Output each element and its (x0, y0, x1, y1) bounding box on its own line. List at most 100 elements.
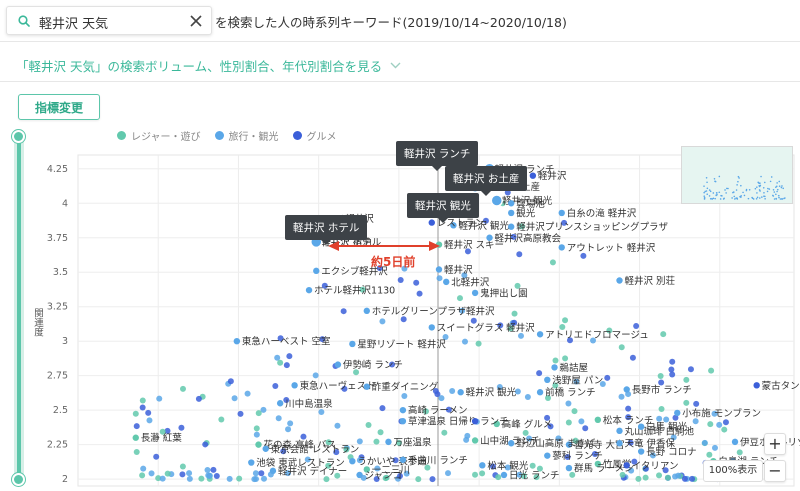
background-dot (445, 470, 452, 477)
minimap-dot (763, 181, 766, 184)
background-dot (205, 472, 212, 479)
data-label: 千曲川 ランチ (408, 455, 468, 466)
background-dot (146, 417, 153, 424)
data-label: 前橋 ランチ (545, 387, 596, 399)
data-label: 高峰 グルメ (502, 418, 553, 430)
data-point (508, 200, 515, 207)
background-dot (708, 367, 715, 374)
minimap-dot (706, 187, 709, 190)
data-label: 長野 コロナ (646, 447, 697, 458)
data-point (508, 440, 515, 447)
minimap-dot (713, 177, 716, 180)
data-point (457, 389, 464, 396)
background-dot (140, 465, 147, 472)
minimap[interactable] (681, 146, 793, 204)
background-dot (139, 404, 146, 411)
background-dot (604, 374, 611, 381)
minimap-dot (773, 191, 776, 193)
background-dot (164, 470, 171, 477)
background-dot (578, 418, 585, 425)
data-point (399, 456, 407, 463)
minimap-dot (712, 197, 715, 200)
background-dot (629, 354, 636, 361)
minimap-dot (756, 196, 759, 199)
minimap-dot (709, 190, 712, 193)
background-dot (198, 475, 205, 482)
data-point (334, 361, 342, 368)
data-label: 伊勢崎 ランチ (343, 359, 403, 371)
minimap-dot (777, 194, 780, 197)
data-label: ジャンゴ (365, 469, 403, 481)
zoom-in-button[interactable]: + (764, 433, 786, 455)
background-dot (721, 426, 728, 433)
background-dot (132, 410, 139, 417)
minimap-dot (760, 175, 762, 178)
background-dot (441, 429, 448, 436)
minimap-dot (769, 180, 772, 183)
data-point (637, 448, 645, 455)
minimap-dot (705, 176, 708, 179)
data-point (616, 277, 623, 284)
data-point (435, 266, 443, 273)
background-dot (148, 470, 155, 477)
data-point (399, 406, 407, 414)
minimap-dot (761, 196, 763, 198)
background-dot (272, 383, 279, 390)
data-point (262, 445, 269, 452)
tooltip-lunch: 軽井沢 ランチ (396, 141, 479, 171)
minimap-dot (781, 185, 783, 187)
minimap-dot (776, 190, 778, 193)
zoom-out-button[interactable]: − (764, 460, 786, 482)
data-label: 草津温泉 日帰り (408, 416, 478, 428)
minimap-dot (710, 197, 712, 200)
data-point (255, 441, 262, 448)
minimap-dot (734, 198, 736, 200)
scatter-chart[interactable]: 4.2543.753.53.2532.752.52.252軽井沢 スキー花の森 … (0, 0, 800, 491)
data-label: 北軽井沢 (451, 276, 490, 288)
background-dot (300, 433, 307, 440)
minimap-dot (703, 195, 706, 197)
background-dot (227, 378, 234, 385)
minimap-dot (737, 180, 739, 183)
data-label: アトリエドフロマージュ (545, 330, 649, 341)
data-label: アウトレット 軽井沢 (567, 242, 656, 254)
minimap-dot (724, 189, 726, 191)
minimap-dot (784, 197, 786, 199)
background-dot (552, 357, 559, 364)
minimap-dot (747, 197, 750, 200)
background-dot (237, 410, 244, 417)
data-label: 鵜詰屋 (560, 362, 589, 374)
minimap-dot (705, 190, 708, 192)
background-dot (186, 470, 193, 477)
background-dot (669, 371, 676, 378)
background-dot (202, 441, 209, 448)
background-dot (139, 472, 146, 479)
minimap-dot (721, 195, 723, 197)
minimap-dot (756, 186, 758, 188)
background-dot (642, 474, 649, 481)
minimap-dot (776, 188, 779, 191)
data-point (313, 267, 320, 275)
data-label: 蒙古タンメン中本 高崎 (762, 380, 800, 392)
background-dot (689, 475, 696, 482)
data-label: 軽井沢 デイナー (278, 465, 347, 477)
data-point (269, 467, 277, 475)
background-dot (656, 415, 663, 422)
background-dot (334, 422, 341, 429)
background-dot (401, 392, 408, 399)
tooltip-hotel: 軽井沢 ホテル (285, 215, 368, 245)
minimap-dot (740, 195, 742, 197)
background-dot (365, 422, 372, 429)
background-dot (178, 424, 185, 431)
background-dot (340, 308, 347, 315)
background-dot (701, 439, 708, 446)
data-point (623, 386, 630, 393)
data-label: 星野リゾート 軽井沢 (357, 338, 446, 350)
zoom-level: 100%表示 (703, 460, 763, 482)
y-tick-label: 3.25 (47, 302, 68, 313)
minimap-dot (768, 188, 771, 190)
background-dot (656, 472, 663, 479)
data-point (428, 219, 435, 226)
minimap-dot (736, 184, 738, 186)
data-label: 万座温泉 (393, 436, 432, 448)
